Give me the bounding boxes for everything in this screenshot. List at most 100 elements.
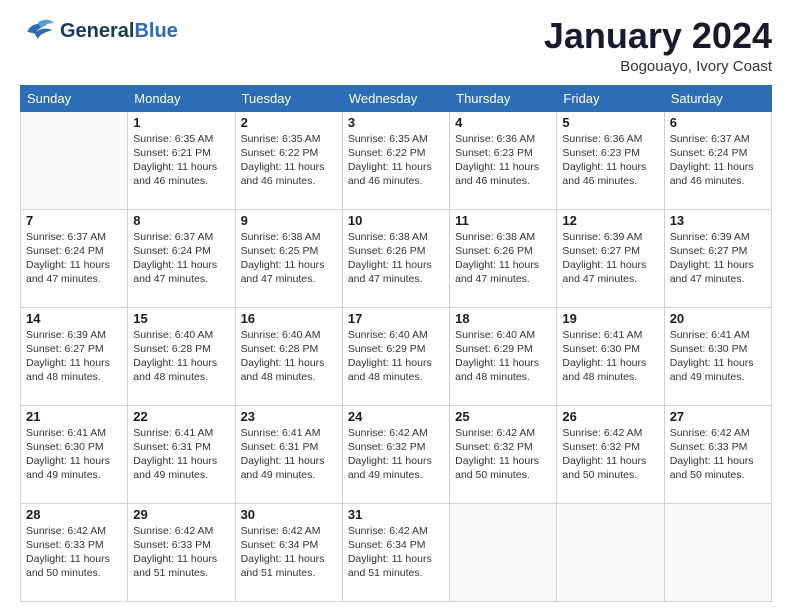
day-cell: 26 Sunrise: 6:42 AM Sunset: 6:32 PM Dayli… — [557, 405, 664, 503]
day-number: 17 — [348, 311, 444, 326]
day-info: Sunrise: 6:42 AM Sunset: 6:32 PM Dayligh… — [562, 426, 658, 483]
day-info: Sunrise: 6:41 AM Sunset: 6:30 PM Dayligh… — [562, 328, 658, 385]
header-row: Sunday Monday Tuesday Wednesday Thursday… — [21, 85, 772, 111]
day-cell — [664, 503, 771, 601]
day-cell — [21, 111, 128, 209]
day-number: 20 — [670, 311, 766, 326]
day-cell — [557, 503, 664, 601]
day-cell: 11Sunrise: 6:38 AM Sunset: 6:26 PM Dayli… — [450, 209, 557, 307]
header: GeneralBlue January 2024 Bogouayo, Ivory… — [20, 16, 772, 75]
day-cell: 20Sunrise: 6:41 AM Sunset: 6:30 PM Dayli… — [664, 307, 771, 405]
day-cell: 10 Sunrise: 6:38 AM Sunset: 6:26 PM Dayli… — [342, 209, 449, 307]
day-info: Sunrise: 6:37 AM Sunset: 6:24 PM Dayligh… — [26, 230, 122, 287]
day-info: Sunrise: 6:42 AM Sunset: 6:33 PM Dayligh… — [133, 524, 229, 581]
day-cell: 27Sunrise: 6:42 AM Sunset: 6:33 PM Dayli… — [664, 405, 771, 503]
day-info: Sunrise: 6:42 AM Sunset: 6:32 PM Dayligh… — [455, 426, 551, 483]
day-cell: 29 Sunrise: 6:42 AM Sunset: 6:33 PM Dayli… — [128, 503, 235, 601]
day-info: Sunrise: 6:37 AM Sunset: 6:24 PM Dayligh… — [670, 132, 766, 189]
day-info: Sunrise: 6:41 AM Sunset: 6:31 PM Dayligh… — [133, 426, 229, 483]
day-cell: 16 Sunrise: 6:40 AM Sunset: 6:28 PM Dayli… — [235, 307, 342, 405]
main-title: January 2024 — [544, 16, 772, 56]
day-number: 30 — [241, 507, 337, 522]
day-cell: 9 Sunrise: 6:38 AM Sunset: 6:25 PM Daylig… — [235, 209, 342, 307]
col-monday: Monday — [128, 85, 235, 111]
day-cell: 22 Sunrise: 6:41 AM Sunset: 6:31 PM Dayli… — [128, 405, 235, 503]
day-info: Sunrise: 6:37 AM Sunset: 6:24 PM Dayligh… — [133, 230, 229, 287]
day-number: 14 — [26, 311, 122, 326]
day-cell: 12 Sunrise: 6:39 AM Sunset: 6:27 PM Dayli… — [557, 209, 664, 307]
day-info: Sunrise: 6:41 AM Sunset: 6:30 PM Dayligh… — [26, 426, 122, 483]
day-number: 5 — [562, 115, 658, 130]
day-number: 6 — [670, 115, 766, 130]
day-cell: 14Sunrise: 6:39 AM Sunset: 6:27 PM Dayli… — [21, 307, 128, 405]
day-number: 9 — [241, 213, 337, 228]
col-sunday: Sunday — [21, 85, 128, 111]
day-cell: 6 Sunrise: 6:37 AM Sunset: 6:24 PM Daylig… — [664, 111, 771, 209]
logo-general: General — [60, 20, 134, 42]
day-number: 24 — [348, 409, 444, 424]
day-number: 8 — [133, 213, 229, 228]
calendar-header: Sunday Monday Tuesday Wednesday Thursday… — [21, 85, 772, 111]
day-info: Sunrise: 6:40 AM Sunset: 6:29 PM Dayligh… — [455, 328, 551, 385]
calendar: Sunday Monday Tuesday Wednesday Thursday… — [20, 85, 772, 602]
day-number: 16 — [241, 311, 337, 326]
day-number: 29 — [133, 507, 229, 522]
day-info: Sunrise: 6:39 AM Sunset: 6:27 PM Dayligh… — [562, 230, 658, 287]
day-info: Sunrise: 6:35 AM Sunset: 6:22 PM Dayligh… — [348, 132, 444, 189]
day-number: 18 — [455, 311, 551, 326]
day-info: Sunrise: 6:42 AM Sunset: 6:34 PM Dayligh… — [241, 524, 337, 581]
day-number: 3 — [348, 115, 444, 130]
day-cell: 31Sunrise: 6:42 AM Sunset: 6:34 PM Dayli… — [342, 503, 449, 601]
day-number: 25 — [455, 409, 551, 424]
day-number: 21 — [26, 409, 122, 424]
day-info: Sunrise: 6:40 AM Sunset: 6:28 PM Dayligh… — [241, 328, 337, 385]
day-info: Sunrise: 6:38 AM Sunset: 6:26 PM Dayligh… — [348, 230, 444, 287]
day-cell: 15Sunrise: 6:40 AM Sunset: 6:28 PM Dayli… — [128, 307, 235, 405]
day-cell: 30 Sunrise: 6:42 AM Sunset: 6:34 PM Dayli… — [235, 503, 342, 601]
week-row-5: 28Sunrise: 6:42 AM Sunset: 6:33 PM Dayli… — [21, 503, 772, 601]
day-number: 10 — [348, 213, 444, 228]
day-number: 19 — [562, 311, 658, 326]
week-row-1: 1 Sunrise: 6:35 AM Sunset: 6:21 PM Daylig… — [21, 111, 772, 209]
day-number: 26 — [562, 409, 658, 424]
day-info: Sunrise: 6:35 AM Sunset: 6:21 PM Dayligh… — [133, 132, 229, 189]
col-saturday: Saturday — [664, 85, 771, 111]
day-cell: 17 Sunrise: 6:40 AM Sunset: 6:29 PM Dayli… — [342, 307, 449, 405]
day-info: Sunrise: 6:42 AM Sunset: 6:33 PM Dayligh… — [670, 426, 766, 483]
logo-blue: Blue — [134, 20, 177, 42]
day-cell: 24 Sunrise: 6:42 AM Sunset: 6:32 PM Dayli… — [342, 405, 449, 503]
day-number: 12 — [562, 213, 658, 228]
day-info: Sunrise: 6:38 AM Sunset: 6:26 PM Dayligh… — [455, 230, 551, 287]
day-number: 31 — [348, 507, 444, 522]
logo-icon — [20, 16, 56, 46]
day-info: Sunrise: 6:42 AM Sunset: 6:33 PM Dayligh… — [26, 524, 122, 581]
day-info: Sunrise: 6:36 AM Sunset: 6:23 PM Dayligh… — [562, 132, 658, 189]
day-cell: 28Sunrise: 6:42 AM Sunset: 6:33 PM Dayli… — [21, 503, 128, 601]
day-cell: 21 Sunrise: 6:41 AM Sunset: 6:30 PM Dayli… — [21, 405, 128, 503]
day-cell: 13Sunrise: 6:39 AM Sunset: 6:27 PM Dayli… — [664, 209, 771, 307]
col-wednesday: Wednesday — [342, 85, 449, 111]
day-number: 1 — [133, 115, 229, 130]
day-cell: 7 Sunrise: 6:37 AM Sunset: 6:24 PM Daylig… — [21, 209, 128, 307]
logo: GeneralBlue — [20, 16, 178, 46]
subtitle: Bogouayo, Ivory Coast — [544, 58, 772, 75]
day-info: Sunrise: 6:38 AM Sunset: 6:25 PM Dayligh… — [241, 230, 337, 287]
day-info: Sunrise: 6:40 AM Sunset: 6:29 PM Dayligh… — [348, 328, 444, 385]
col-thursday: Thursday — [450, 85, 557, 111]
day-number: 7 — [26, 213, 122, 228]
day-number: 2 — [241, 115, 337, 130]
day-info: Sunrise: 6:42 AM Sunset: 6:32 PM Dayligh… — [348, 426, 444, 483]
day-cell: 25 Sunrise: 6:42 AM Sunset: 6:32 PM Dayli… — [450, 405, 557, 503]
day-number: 22 — [133, 409, 229, 424]
week-row-4: 21 Sunrise: 6:41 AM Sunset: 6:30 PM Dayli… — [21, 405, 772, 503]
day-cell: 18 Sunrise: 6:40 AM Sunset: 6:29 PM Dayli… — [450, 307, 557, 405]
day-info: Sunrise: 6:36 AM Sunset: 6:23 PM Dayligh… — [455, 132, 551, 189]
week-row-2: 7 Sunrise: 6:37 AM Sunset: 6:24 PM Daylig… — [21, 209, 772, 307]
day-cell: 23Sunrise: 6:41 AM Sunset: 6:31 PM Dayli… — [235, 405, 342, 503]
day-cell: 2Sunrise: 6:35 AM Sunset: 6:22 PM Daylig… — [235, 111, 342, 209]
logo-text-block: GeneralBlue — [60, 21, 178, 41]
calendar-body: 1 Sunrise: 6:35 AM Sunset: 6:21 PM Daylig… — [21, 111, 772, 601]
day-cell: 19 Sunrise: 6:41 AM Sunset: 6:30 PM Dayli… — [557, 307, 664, 405]
day-info: Sunrise: 6:41 AM Sunset: 6:31 PM Dayligh… — [241, 426, 337, 483]
col-friday: Friday — [557, 85, 664, 111]
